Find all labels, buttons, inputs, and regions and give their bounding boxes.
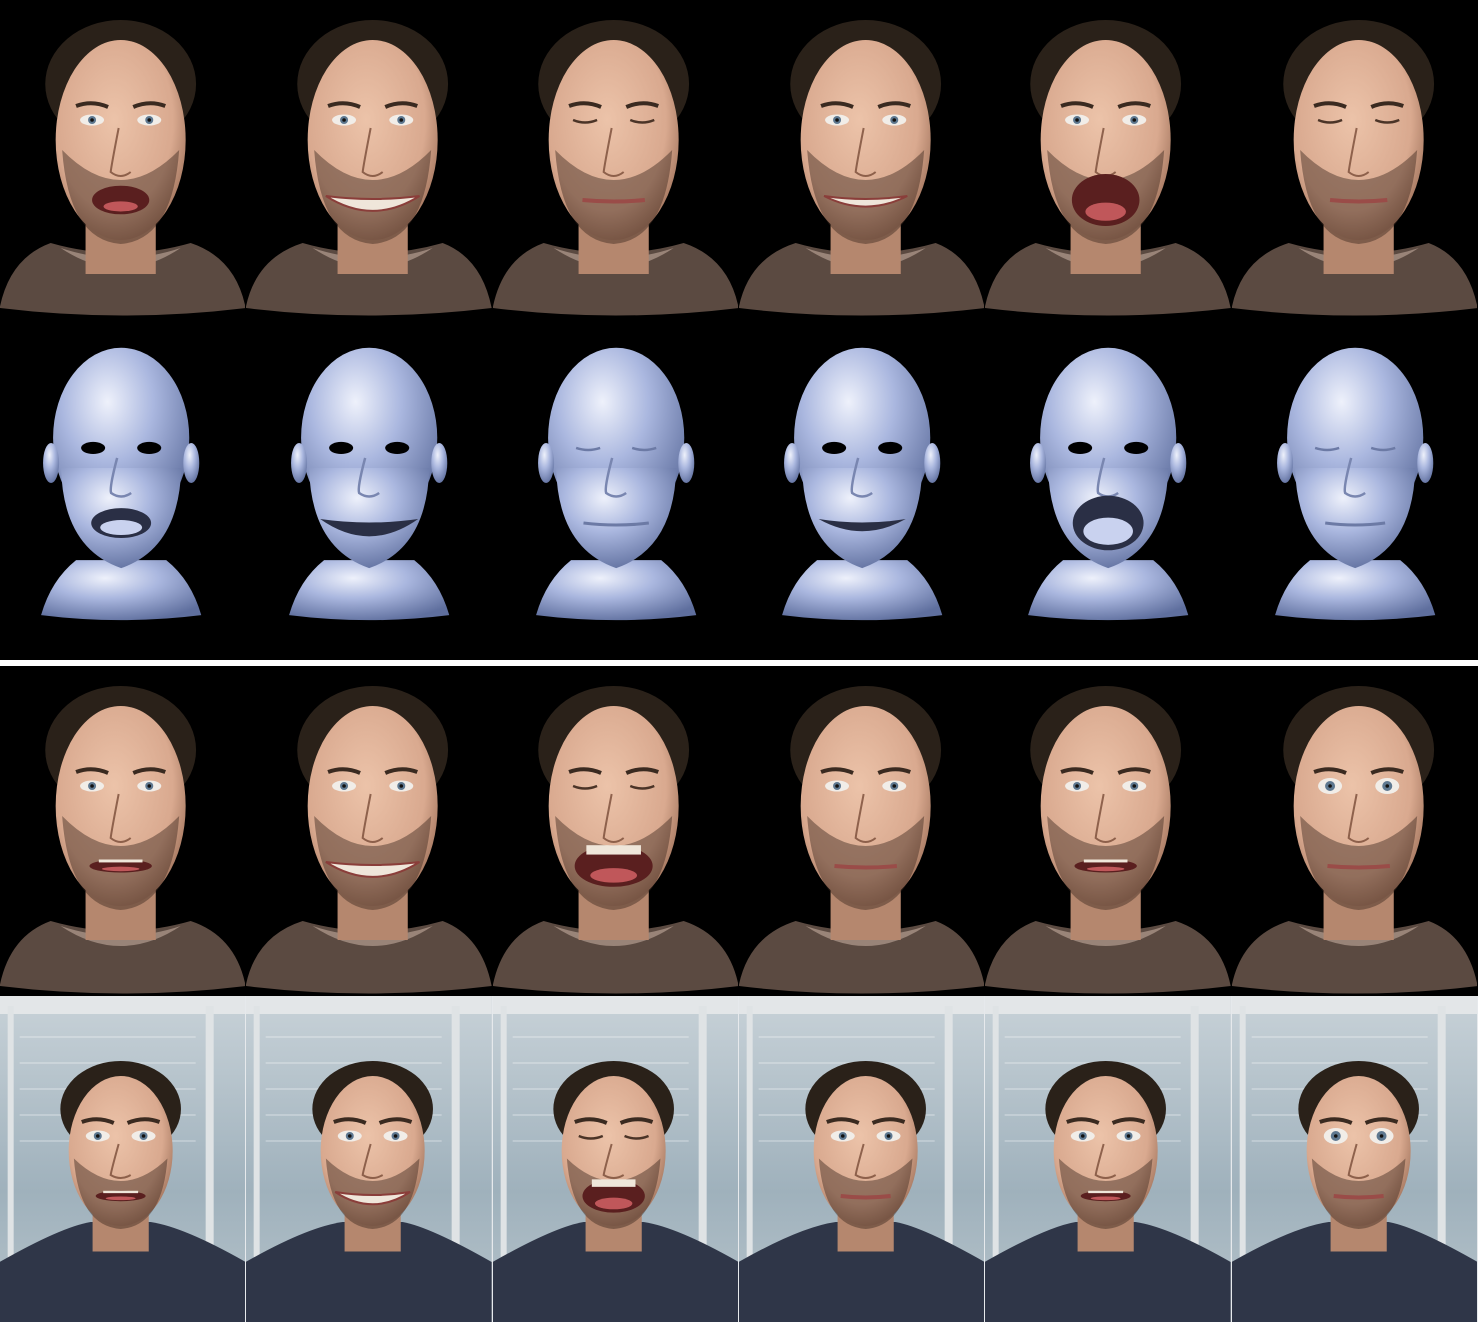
face-image bbox=[0, 318, 247, 660]
closed-mouth bbox=[1333, 1194, 1384, 1200]
face-image bbox=[985, 0, 1231, 318]
reenacted-avatar-panel bbox=[492, 666, 739, 996]
mesh-geometry-panel bbox=[985, 318, 1232, 660]
face-image bbox=[246, 666, 492, 996]
driving-video-row bbox=[0, 996, 1478, 1322]
driving-video-panel bbox=[0, 996, 247, 1322]
face-image bbox=[246, 0, 492, 318]
mesh-geometry-panel bbox=[246, 318, 493, 660]
face-image bbox=[0, 0, 246, 318]
avatar-rendering-row bbox=[0, 0, 1478, 318]
face-image bbox=[985, 318, 1232, 660]
face-image bbox=[492, 996, 738, 1322]
driving-video-panel bbox=[738, 996, 986, 1322]
mesh-ear bbox=[1276, 442, 1293, 483]
reenacted-avatar-row bbox=[0, 666, 1478, 996]
mesh-eye-hole bbox=[1124, 441, 1149, 454]
face-image bbox=[985, 996, 1231, 1322]
closed-mouth bbox=[581, 198, 645, 204]
avatar-rendering-panel bbox=[738, 0, 986, 318]
face-image bbox=[492, 318, 739, 660]
mesh-ear bbox=[784, 442, 801, 483]
mesh-eye-hole bbox=[822, 441, 847, 454]
mesh-ear bbox=[1416, 442, 1433, 483]
mesh-ear bbox=[431, 442, 448, 483]
reenacted-avatar-panel bbox=[985, 666, 1232, 996]
face-image bbox=[0, 996, 246, 1322]
face-image bbox=[1231, 318, 1478, 660]
face-image bbox=[1231, 996, 1477, 1322]
face-image bbox=[738, 318, 986, 660]
mesh-eye-hole bbox=[878, 441, 903, 454]
driving-video-panel bbox=[1231, 996, 1478, 1322]
mesh-eye-hole bbox=[137, 441, 162, 454]
face-image bbox=[246, 996, 492, 1322]
face-expression-figure bbox=[0, 0, 1478, 1322]
mesh-ear bbox=[183, 442, 200, 483]
reenacted-avatar-panel bbox=[0, 666, 247, 996]
closed-mouth bbox=[1329, 198, 1388, 204]
face-image bbox=[1231, 666, 1477, 996]
face-image bbox=[1231, 0, 1477, 318]
face-image bbox=[985, 666, 1231, 996]
reenacted-avatar-panel bbox=[246, 666, 493, 996]
face-image bbox=[246, 318, 493, 660]
mesh-geometry-panel bbox=[0, 318, 247, 660]
driving-video-block bbox=[0, 996, 1478, 1322]
avatar-rendering-panel bbox=[246, 0, 493, 318]
closed-mouth bbox=[1326, 864, 1390, 870]
face-image bbox=[738, 666, 985, 996]
mesh-geometry-panel bbox=[1231, 318, 1478, 660]
mesh-ear bbox=[291, 442, 308, 483]
mesh-eye-hole bbox=[385, 441, 410, 454]
avatar-rendering-panel bbox=[1231, 0, 1478, 318]
mesh-geometry-panel bbox=[738, 318, 986, 660]
face-image bbox=[492, 0, 738, 318]
mesh-geometry-row bbox=[0, 318, 1478, 660]
mesh-geometry-panel bbox=[492, 318, 739, 660]
face-image bbox=[492, 666, 738, 996]
driving-video-panel bbox=[985, 996, 1232, 1322]
mesh-eye-hole bbox=[329, 441, 354, 454]
reenacted-avatar-panel bbox=[1231, 666, 1478, 996]
face-image bbox=[738, 0, 985, 318]
closed-mouth bbox=[840, 1194, 891, 1200]
avatar-rendering-panel bbox=[0, 0, 247, 318]
top-comparison-block bbox=[0, 0, 1478, 660]
mesh-ear bbox=[677, 442, 694, 483]
face-image bbox=[738, 996, 985, 1322]
mesh-ear bbox=[43, 442, 60, 483]
mesh-eye-hole bbox=[81, 441, 106, 454]
driving-video-panel bbox=[492, 996, 739, 1322]
mesh-ear bbox=[924, 442, 941, 483]
mesh-eye-hole bbox=[1068, 441, 1093, 454]
mesh-ear bbox=[1030, 442, 1047, 483]
mesh-ear bbox=[537, 442, 554, 483]
mesh-ear bbox=[1170, 442, 1187, 483]
reenacted-avatar-panel bbox=[738, 666, 986, 996]
face-image bbox=[0, 666, 246, 996]
closed-mouth bbox=[834, 864, 898, 870]
avatar-rendering-panel bbox=[492, 0, 739, 318]
avatar-rendering-panel bbox=[985, 0, 1232, 318]
driving-video-panel bbox=[246, 996, 493, 1322]
reenactment-block bbox=[0, 666, 1478, 996]
